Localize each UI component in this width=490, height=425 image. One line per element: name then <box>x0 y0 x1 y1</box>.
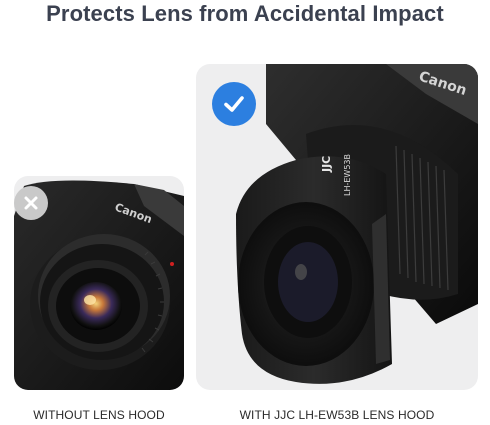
hood-brand-label: JJC <box>320 156 333 173</box>
check-icon <box>212 82 256 126</box>
without-hood-caption: WITHOUT LENS HOOD <box>33 408 165 422</box>
page-title: Protects Lens from Accidental Impact <box>46 1 444 26</box>
hood-model-label: LH-EW53B <box>343 154 352 196</box>
x-icon <box>14 186 48 220</box>
with-hood-caption: WITH JJC LH-EW53B LENS HOOD <box>239 408 435 422</box>
